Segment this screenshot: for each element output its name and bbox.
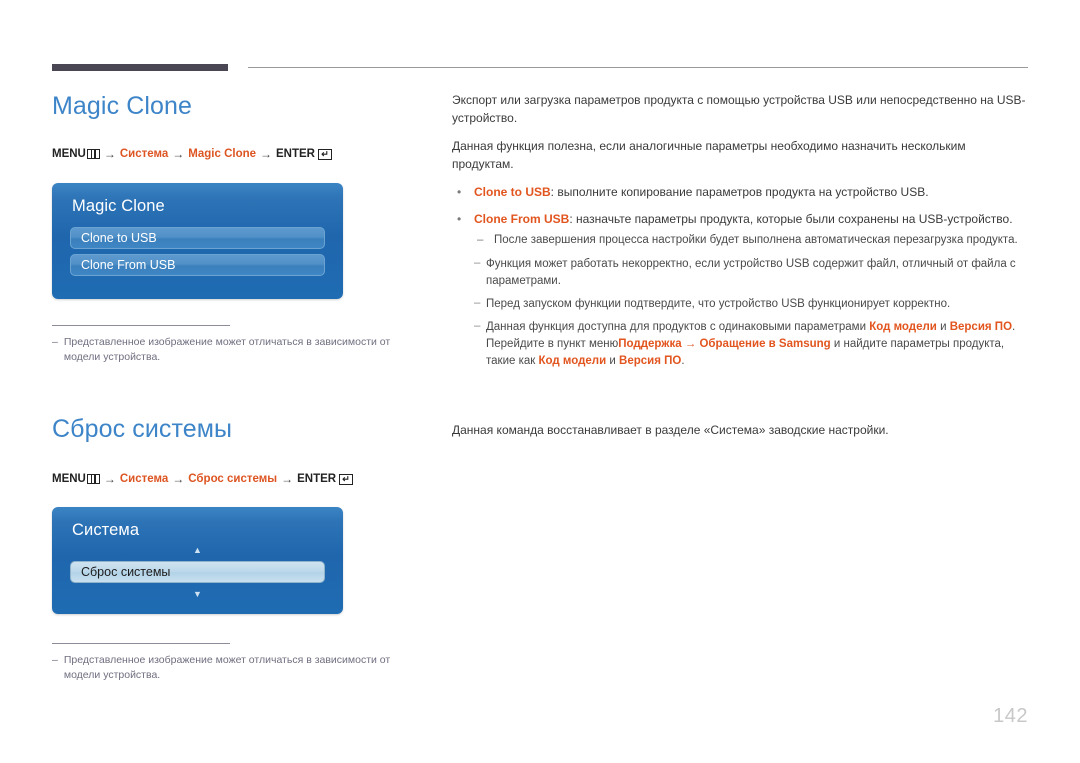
- menu-label: MENU: [52, 473, 86, 485]
- osd-panel-title: Система: [72, 521, 140, 539]
- enter-label: ENTER: [297, 473, 337, 485]
- footnote-1: – Представленное изображение может отлич…: [52, 335, 422, 365]
- note-text: Функция может работать некорректно, если…: [486, 258, 1016, 287]
- note-item-model-code: – Данная функция доступна для продуктов …: [452, 319, 1028, 370]
- note-bold-contact-samsung: Обращение в Samsung: [699, 338, 831, 350]
- note-bold-sw-version: Версия ПО: [949, 321, 1013, 333]
- section-2-right-column: Данная команда восстанавливает в разделе…: [452, 415, 1028, 451]
- osd-panel-system: Система ▲ Сброс системы ▼: [52, 507, 343, 614]
- section-1-left-column: Magic Clone MENU → Система → Magic Clone…: [52, 92, 432, 365]
- menu-path-step-magic-clone: Magic Clone: [188, 148, 257, 160]
- osd-panel-magic-clone: Magic Clone Clone to USB Clone From USB: [52, 183, 343, 299]
- footnote-text: Представленное изображение может отличат…: [63, 654, 391, 681]
- body-paragraph-system-reset: Данная команда восстанавливает в разделе…: [452, 423, 889, 437]
- header-rule-thick: [52, 64, 228, 71]
- menu-path-step-system-reset: Сброс системы: [188, 473, 278, 485]
- path-arrow-1: →: [103, 472, 116, 486]
- note-bold-model-code-2: Код модели: [538, 355, 607, 367]
- header-rule-thin: [248, 67, 1028, 68]
- menu-bars-icon: [86, 474, 100, 484]
- section-1-right-column: Экспорт или загрузка параметров продукта…: [452, 92, 1028, 376]
- scroll-up-arrow-icon[interactable]: ▲: [52, 546, 343, 556]
- section-2-left-column: Сброс системы MENU → Система → Сброс сис…: [52, 415, 432, 683]
- body-paragraph-export: Экспорт или загрузка параметров продукта…: [452, 93, 1026, 125]
- note-dash: –: [474, 297, 481, 309]
- footnote-divider: [52, 325, 230, 326]
- page-title-magic-clone: Magic Clone: [52, 92, 193, 120]
- note-part-6: .: [681, 355, 685, 367]
- bullet-term: Clone From USB: [474, 211, 570, 226]
- osd-row-clone-from-usb[interactable]: Clone From USB: [70, 254, 325, 276]
- sub-item-text: После завершения процесса настройки буде…: [494, 234, 1018, 246]
- note-dash: –: [474, 320, 481, 332]
- note-dash: –: [474, 257, 481, 269]
- osd-row-label: Сброс системы: [81, 565, 171, 579]
- bullet-clone-from-usb: • Clone From USB: назначьте параметры пр…: [452, 211, 1028, 229]
- bullet-clone-to-usb: • Clone to USB: выполните копирование па…: [452, 184, 1028, 202]
- note-bold-sw-version-2: Версия ПО: [619, 355, 682, 367]
- footnote-dash: –: [52, 336, 58, 348]
- page-number: 142: [993, 705, 1028, 727]
- note-part-2: и: [936, 321, 950, 333]
- footnote-block-2: – Представленное изображение может отлич…: [52, 643, 432, 683]
- footnote-dash: –: [52, 654, 58, 666]
- page-header-rules: [52, 64, 1028, 74]
- note-arrow: →: [681, 338, 700, 350]
- osd-row-clone-to-usb[interactable]: Clone to USB: [70, 227, 325, 249]
- footnote-text: Представленное изображение может отличат…: [63, 336, 391, 363]
- sub-item-reboot: – После завершения процесса настройки бу…: [452, 232, 1028, 249]
- bullet-term: Clone to USB: [474, 185, 551, 199]
- footnote-2: – Представленное изображение может отлич…: [52, 653, 422, 683]
- note-item-verify-usb: – Перед запуском функции подтвердите, чт…: [452, 296, 1028, 313]
- enter-return-icon: ↵: [339, 473, 354, 485]
- menu-path-system-reset: MENU → Система → Сброс системы → ENTER ↵: [52, 472, 432, 486]
- menu-path-step-system: Система: [119, 473, 169, 485]
- note-part-1: Данная функция доступна для продуктов с …: [486, 321, 870, 333]
- path-arrow-1: →: [103, 147, 116, 161]
- sub-item-dash: –: [477, 234, 484, 246]
- enter-return-icon: ↵: [318, 148, 332, 160]
- menu-bars-icon: [86, 149, 100, 159]
- path-arrow-3: →: [260, 147, 273, 161]
- path-arrow-2: →: [172, 472, 185, 486]
- note-part-5: и: [606, 355, 620, 367]
- note-text: Перед запуском функции подтвердите, что …: [486, 298, 951, 310]
- menu-label: MENU: [52, 148, 86, 160]
- path-arrow-3: →: [281, 472, 294, 486]
- note-bold-model-code: Код модели: [869, 321, 937, 333]
- bullet-text: : выполните копирование параметров проду…: [550, 185, 929, 199]
- note-bold-support: Поддержка: [618, 338, 682, 350]
- scroll-down-arrow-icon[interactable]: ▼: [52, 590, 343, 600]
- body-paragraph-useful: Данная функция полезна, если аналогичные…: [452, 139, 966, 171]
- page-title-system-reset: Сброс системы: [52, 415, 233, 443]
- menu-path-magic-clone: MENU → Система → Magic Clone → ENTER ↵: [52, 147, 432, 161]
- osd-row-label: Clone to USB: [81, 231, 157, 245]
- note-item-incorrect-file: – Функция может работать некорректно, ес…: [452, 256, 1028, 290]
- osd-row-system-reset[interactable]: Сброс системы: [70, 561, 325, 583]
- bullet-marker: •: [457, 211, 462, 226]
- bullet-marker: •: [457, 185, 462, 199]
- bullet-text: : назначьте параметры продукта, которые …: [569, 211, 1013, 226]
- enter-label: ENTER: [276, 148, 315, 160]
- footnote-divider: [52, 643, 230, 644]
- menu-path-step-system: Система: [119, 148, 169, 160]
- path-arrow-2: →: [172, 147, 185, 161]
- osd-row-label: Clone From USB: [81, 258, 176, 272]
- osd-panel-title: Magic Clone: [72, 197, 165, 215]
- footnote-block-1: – Представленное изображение может отлич…: [52, 325, 432, 365]
